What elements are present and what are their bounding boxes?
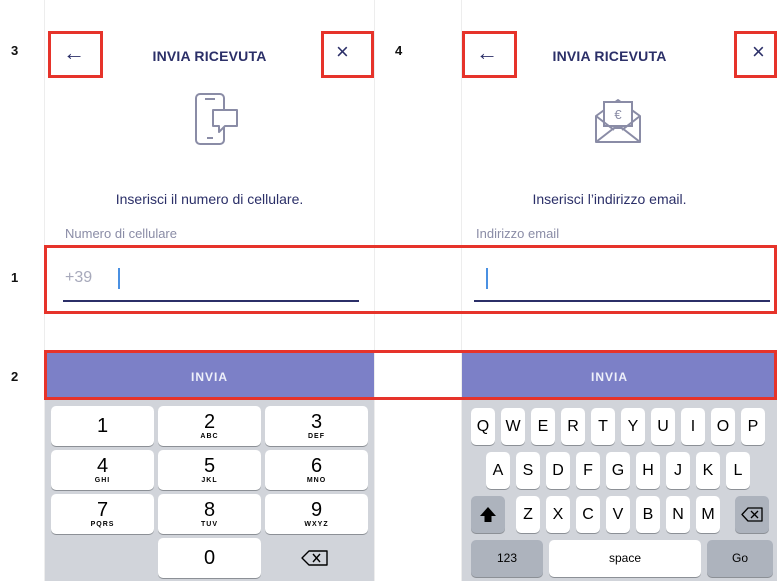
key-k[interactable]: K	[696, 452, 720, 489]
key-m[interactable]: M	[696, 496, 720, 533]
email-field-label: Indirizzo email	[476, 226, 560, 241]
callout-3: 3	[11, 43, 19, 58]
send-button[interactable]: INVIA	[462, 353, 777, 400]
key-i[interactable]: I	[681, 408, 705, 445]
key-7[interactable]: 7 PQRS	[51, 494, 154, 534]
key-j[interactable]: J	[666, 452, 690, 489]
key-1[interactable]: 1	[51, 406, 154, 446]
key-b[interactable]: B	[636, 496, 660, 533]
key-n[interactable]: N	[666, 496, 690, 533]
key-a[interactable]: A	[486, 452, 510, 489]
email-prompt: Inserisci l’indirizzo email.	[532, 191, 687, 207]
callout-4: 4	[395, 43, 403, 58]
email-input[interactable]	[474, 255, 770, 302]
delete-key[interactable]	[265, 538, 368, 578]
callout-1: 1	[11, 270, 19, 285]
key-r[interactable]: R	[561, 408, 585, 445]
email-receipt-screen: ← INVIA RICEVUTA × € Inserisci l’indiriz…	[462, 0, 777, 581]
key-2[interactable]: 2 ABC	[158, 406, 261, 446]
key-u[interactable]: U	[651, 408, 675, 445]
shift-key[interactable]	[471, 496, 505, 533]
text-caret	[486, 268, 488, 289]
screen-title: INVIA RICEVUTA	[152, 48, 267, 64]
key-y[interactable]: Y	[621, 408, 645, 445]
text-caret	[118, 268, 120, 289]
key-8[interactable]: 8 TUV	[158, 494, 261, 534]
key-3[interactable]: 3 DEF	[265, 406, 368, 446]
key-l[interactable]: L	[726, 452, 750, 489]
shift-arrow-icon	[480, 507, 496, 522]
key-v[interactable]: V	[606, 496, 630, 533]
screen-title: INVIA RICEVUTA	[552, 48, 667, 64]
qwerty-keyboard: Q W E R T Y U I O P A S D F G H J K L Z …	[462, 400, 777, 581]
key-o[interactable]: O	[711, 408, 735, 445]
tutorial-stage: 3 4 1 2 ← INVIA RICEVUTA × Inserisci il …	[0, 0, 777, 581]
phone-field-label: Numero di cellulare	[65, 226, 177, 241]
backspace-icon	[741, 507, 763, 522]
go-key[interactable]: Go	[707, 540, 773, 577]
key-c[interactable]: C	[576, 496, 600, 533]
callout-2: 2	[11, 369, 19, 384]
close-icon[interactable]: ×	[752, 41, 765, 63]
key-6[interactable]: 6 MNO	[265, 450, 368, 490]
backspace-key[interactable]	[735, 496, 769, 533]
key-d[interactable]: D	[546, 452, 570, 489]
key-g[interactable]: G	[606, 452, 630, 489]
key-t[interactable]: T	[591, 408, 615, 445]
key-p[interactable]: P	[741, 408, 765, 445]
key-x[interactable]: X	[546, 496, 570, 533]
key-4[interactable]: 4 GHI	[51, 450, 154, 490]
phone-number-input[interactable]: +39	[63, 255, 359, 302]
key-e[interactable]: E	[531, 408, 555, 445]
key-5[interactable]: 5 JKL	[158, 450, 261, 490]
key-w[interactable]: W	[501, 408, 525, 445]
key-q[interactable]: Q	[471, 408, 495, 445]
backspace-icon	[301, 550, 328, 566]
key-f[interactable]: F	[576, 452, 600, 489]
key-h[interactable]: H	[636, 452, 660, 489]
space-key[interactable]: space	[549, 540, 701, 577]
key-9[interactable]: 9 WXYZ	[265, 494, 368, 534]
phone-receipt-screen: ← INVIA RICEVUTA × Inserisci il numero d…	[45, 0, 374, 581]
numeric-keypad: 1 2 ABC 3 DEF 4 GHI 5 JKL 6 MNO 7 PQRS 8 TUV 9W…	[45, 400, 374, 581]
key-0[interactable]: 0	[158, 538, 261, 578]
send-button[interactable]: INVIA	[45, 353, 374, 400]
smartphone-message-icon	[189, 88, 245, 157]
close-icon[interactable]: ×	[336, 41, 349, 63]
key-z[interactable]: Z	[516, 496, 540, 533]
country-prefix: +39	[65, 269, 93, 286]
svg-text:€: €	[614, 107, 622, 122]
envelope-euro-icon: €	[588, 88, 648, 157]
key-s[interactable]: S	[516, 452, 540, 489]
phone-prompt: Inserisci il numero di cellulare.	[115, 191, 304, 207]
numbers-key[interactable]: 123	[471, 540, 543, 577]
